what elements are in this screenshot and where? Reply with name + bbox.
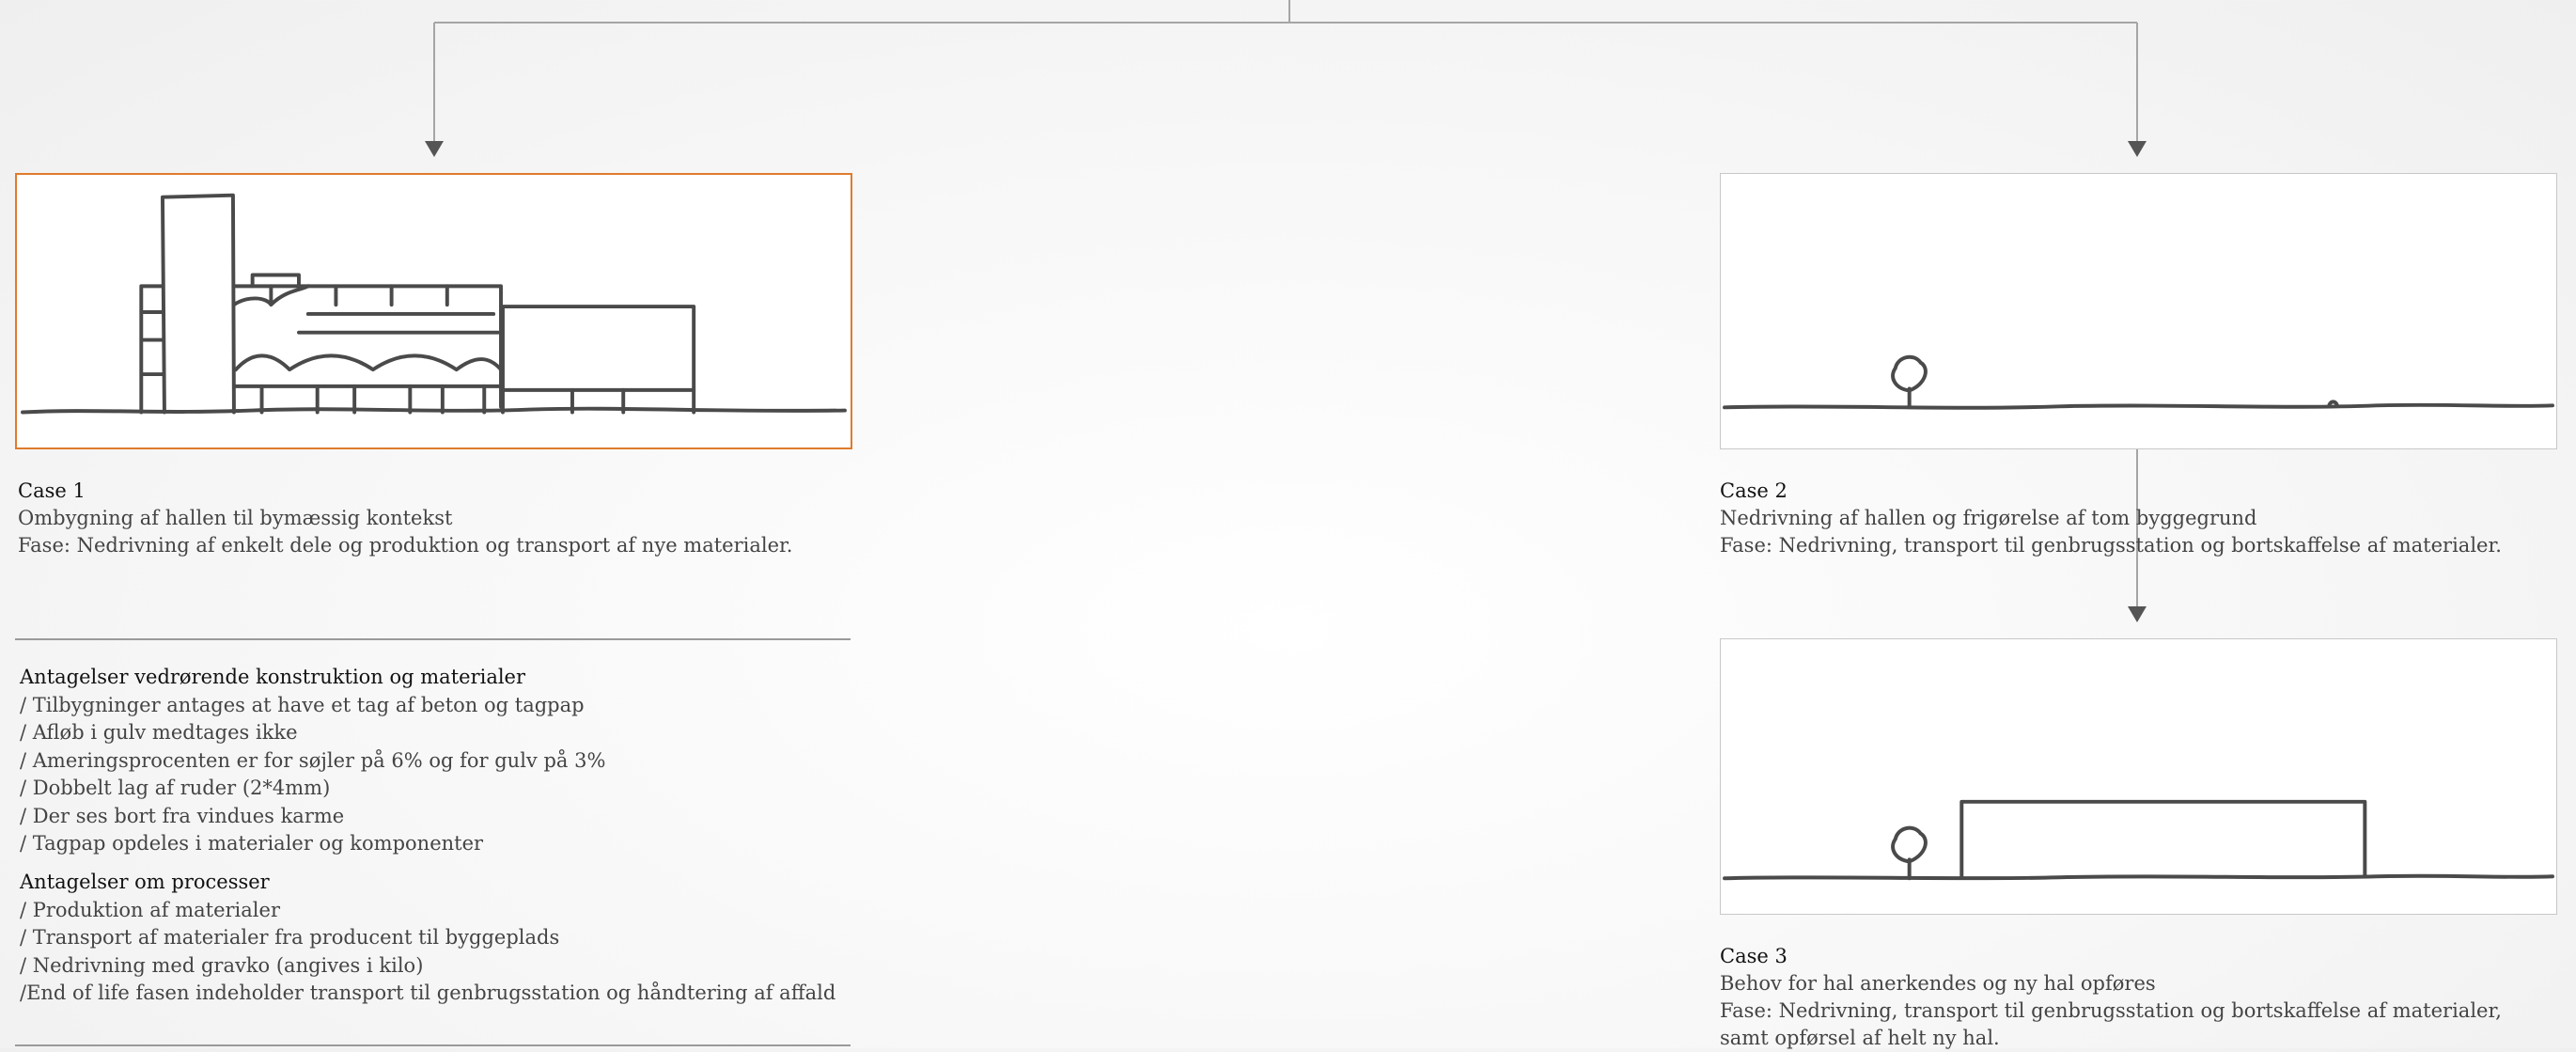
case-title: Case 3 xyxy=(1720,945,1788,967)
list-item: / Transport af materialer fra producent … xyxy=(20,926,560,949)
case-3-new-hall-sketch xyxy=(1723,799,2554,881)
case-2-empty-plot-sketch xyxy=(1723,354,2554,410)
case-title: Case 1 xyxy=(18,479,86,502)
case-2-sketch[interactable] xyxy=(1720,173,2557,449)
case-2-description: Case 2 Nedrivning af hallen og frigørels… xyxy=(1720,478,2502,559)
list-item: / Dobbelt lag af ruder (2*4mm) xyxy=(20,777,331,799)
construction-assumptions: Antagelser vedrørende konstruktion og ma… xyxy=(20,664,605,858)
section-heading: Antagelser vedrørende konstruktion og ma… xyxy=(20,666,526,688)
case-line: Nedrivning af hallen og frigørelse af to… xyxy=(1720,507,2257,529)
case-1-description: Case 1 Ombygning af hallen til bymæssig … xyxy=(18,478,792,559)
case-line: Behov for hal anerkendes og ny hal opfør… xyxy=(1720,972,2156,995)
list-item: / Produktion af materialer xyxy=(20,898,280,921)
process-assumptions: Antagelser om processer / Produktion af … xyxy=(20,869,835,1008)
arrow-down-icon xyxy=(2128,606,2147,622)
section-heading: Antagelser om processer xyxy=(20,871,270,893)
list-item: / Afløb i gulv medtages ikke xyxy=(20,721,298,744)
arrow-down-icon xyxy=(425,141,444,157)
case-title: Case 2 xyxy=(1720,479,1788,502)
divider xyxy=(15,1044,851,1046)
case-1-sketch[interactable] xyxy=(15,173,852,449)
list-item: / Tagpap opdeles i materialer og kompone… xyxy=(20,832,484,855)
arrow-down-icon xyxy=(2128,141,2147,157)
list-item: / Ameringsprocenten er for søjler på 6% … xyxy=(20,748,606,772)
case-1-building-sketch xyxy=(21,193,847,415)
case-3-sketch[interactable] xyxy=(1720,638,2557,915)
case-line: Ombygning af hallen til bymæssig konteks… xyxy=(18,507,453,529)
case-3-description: Case 3 Behov for hal anerkendes og ny ha… xyxy=(1720,943,2502,1052)
case-line: Fase: Nedrivning, transport til genbrugs… xyxy=(1720,534,2502,557)
list-item: / Nedrivning med gravko (angives i kilo) xyxy=(20,953,424,977)
case-line: Fase: Nedrivning, transport til genbrugs… xyxy=(1720,999,2502,1022)
case-line: Fase: Nedrivning af enkelt dele og produ… xyxy=(18,534,793,557)
list-item: / Tilbygninger antages at have et tag af… xyxy=(20,693,585,716)
divider xyxy=(15,638,851,640)
list-item: / Der ses bort fra vindues karme xyxy=(20,804,345,827)
list-item: /End of life fasen indeholder transport … xyxy=(20,981,836,1004)
